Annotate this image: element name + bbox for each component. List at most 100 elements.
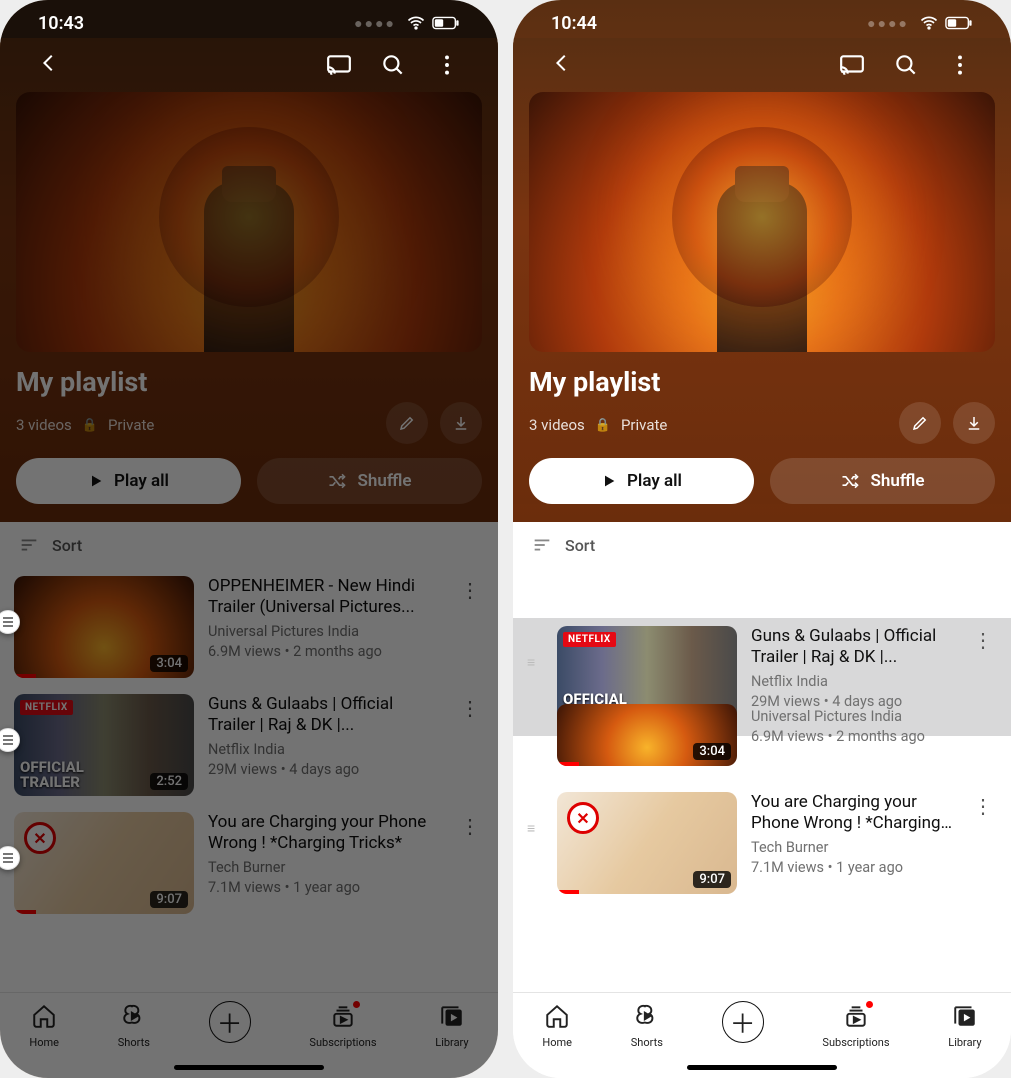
nav-shorts[interactable]: Shorts [631, 1003, 663, 1049]
video-stats: 6.9M views • 2 months ago [751, 728, 993, 745]
back-button[interactable] [551, 52, 573, 78]
video-channel: Tech Burner [751, 839, 955, 856]
sort-icon [18, 534, 40, 556]
plus-icon: ＋ [722, 1001, 764, 1043]
row-more-icon[interactable]: ⋮ [969, 626, 993, 652]
status-bar: 10:44 ●●●● [513, 0, 1011, 38]
nav-library[interactable]: Library [948, 1003, 981, 1049]
playlist-cover [529, 92, 995, 352]
nav-create[interactable]: ＋ [722, 1003, 764, 1043]
playlist-title: My playlist [529, 366, 995, 398]
video-row[interactable]: ≡ ✕ 9:07 You are Charging your Phone Wro… [513, 784, 1011, 902]
video-row[interactable]: 3:04 Universal Pictures India 6.9M views… [513, 696, 1011, 774]
nav-create[interactable]: ＋ [209, 1003, 251, 1043]
cast-icon[interactable] [326, 52, 352, 78]
video-thumbnail[interactable]: NETFLIX OFFICIAL TRAILER 2:52 [14, 694, 194, 796]
cellular-dots-icon: ●●●● [867, 15, 909, 32]
more-icon[interactable] [434, 52, 460, 78]
row-more-icon[interactable]: ⋮ [969, 792, 993, 818]
video-thumbnail[interactable]: 3:04 [14, 576, 194, 678]
video-stats: 29M views • 4 days ago [208, 761, 442, 778]
video-duration: 2:52 [150, 773, 188, 790]
x-circle-icon: ✕ [567, 802, 599, 834]
nav-subscriptions[interactable]: Subscriptions [309, 1003, 376, 1049]
more-icon[interactable] [947, 52, 973, 78]
battery-icon [945, 16, 973, 30]
edit-button[interactable] [386, 402, 428, 444]
row-more-icon[interactable]: ⋮ [456, 694, 480, 720]
video-row[interactable]: 3:04 OPPENHEIMER - New Hindi Trailer (Un… [0, 568, 498, 686]
netflix-badge: NETFLIX [563, 632, 616, 647]
status-time: 10:44 [551, 13, 597, 34]
video-duration: 9:07 [693, 871, 731, 888]
cast-icon[interactable] [839, 52, 865, 78]
video-channel: Netflix India [751, 673, 955, 690]
download-button[interactable] [440, 402, 482, 444]
video-duration: 3:04 [693, 743, 731, 760]
video-thumbnail[interactable]: 3:04 [557, 704, 737, 766]
video-channel: Universal Pictures India [208, 623, 442, 640]
lock-icon: 🔒 [82, 418, 98, 433]
plus-icon: ＋ [209, 1001, 251, 1043]
cellular-dots-icon: ●●●● [354, 15, 396, 32]
video-title: You are Charging your Phone Wrong ! *Cha… [208, 812, 442, 855]
wifi-icon [919, 13, 939, 33]
video-title: Guns & Gulaabs | Official Trailer | Raj … [208, 694, 442, 737]
official-trailer-label: OFFICIAL TRAILER [20, 760, 84, 790]
shuffle-button[interactable]: Shuffle [257, 458, 482, 504]
video-title: Guns & Gulaabs | Official Trailer | Raj … [751, 626, 955, 669]
video-row[interactable]: ✕ 9:07 You are Charging your Phone Wrong… [0, 804, 498, 922]
status-right: ●●●● [867, 13, 973, 33]
playlist-cover [16, 92, 482, 352]
playlist-subtitle: 3 videos 🔒 Private [16, 416, 154, 434]
sort-button[interactable]: Sort [513, 522, 1011, 568]
lock-icon: 🔒 [595, 418, 611, 433]
drag-handle[interactable]: ≡ [527, 626, 543, 671]
drag-handle[interactable]: ≡ [527, 792, 543, 837]
nav-home[interactable]: Home [29, 1003, 59, 1049]
video-channel: Netflix India [208, 741, 442, 758]
search-icon[interactable] [380, 52, 406, 78]
status-bar: 10:43 ●●●● [0, 0, 498, 38]
play-all-button[interactable]: Play all [16, 458, 241, 504]
download-button[interactable] [953, 402, 995, 444]
status-right: ●●●● [354, 13, 460, 33]
drag-handle[interactable] [527, 704, 543, 732]
video-title: You are Charging your Phone Wrong ! *Cha… [751, 792, 955, 835]
battery-icon [432, 16, 460, 30]
edit-button[interactable] [899, 402, 941, 444]
nav-shorts[interactable]: Shorts [118, 1003, 150, 1049]
netflix-badge: NETFLIX [20, 700, 73, 715]
video-title: OPPENHEIMER - New Hindi Trailer (Univers… [208, 576, 442, 619]
playlist-subtitle: 3 videos 🔒 Private [529, 416, 667, 434]
wifi-icon [406, 13, 426, 33]
play-all-button[interactable]: Play all [529, 458, 754, 504]
video-thumbnail[interactable]: ✕ 9:07 [14, 812, 194, 914]
video-duration: 9:07 [150, 891, 188, 908]
sort-icon [531, 534, 553, 556]
shuffle-button[interactable]: Shuffle [770, 458, 995, 504]
back-button[interactable] [38, 52, 60, 78]
status-time: 10:43 [38, 13, 84, 34]
video-stats: 6.9M views • 2 months ago [208, 643, 442, 660]
sort-button[interactable]: Sort [0, 522, 498, 568]
video-channel: Universal Pictures India [751, 708, 993, 725]
video-stats: 7.1M views • 1 year ago [208, 879, 442, 896]
video-channel: Tech Burner [208, 859, 442, 876]
video-row[interactable]: NETFLIX OFFICIAL TRAILER 2:52 Guns & Gul… [0, 686, 498, 804]
nav-subscriptions[interactable]: Subscriptions [822, 1003, 889, 1049]
video-thumbnail[interactable]: ✕ 9:07 [557, 792, 737, 894]
notification-dot-icon [353, 1001, 360, 1008]
video-duration: 3:04 [150, 655, 188, 672]
notification-dot-icon [866, 1001, 873, 1008]
row-more-icon[interactable]: ⋮ [456, 576, 480, 602]
x-circle-icon: ✕ [24, 822, 56, 854]
row-more-icon[interactable]: ⋮ [456, 812, 480, 838]
playlist-title: My playlist [16, 366, 482, 398]
home-indicator[interactable] [687, 1065, 837, 1070]
nav-home[interactable]: Home [542, 1003, 572, 1049]
video-stats: 7.1M views • 1 year ago [751, 859, 955, 876]
search-icon[interactable] [893, 52, 919, 78]
home-indicator[interactable] [174, 1065, 324, 1070]
nav-library[interactable]: Library [435, 1003, 468, 1049]
